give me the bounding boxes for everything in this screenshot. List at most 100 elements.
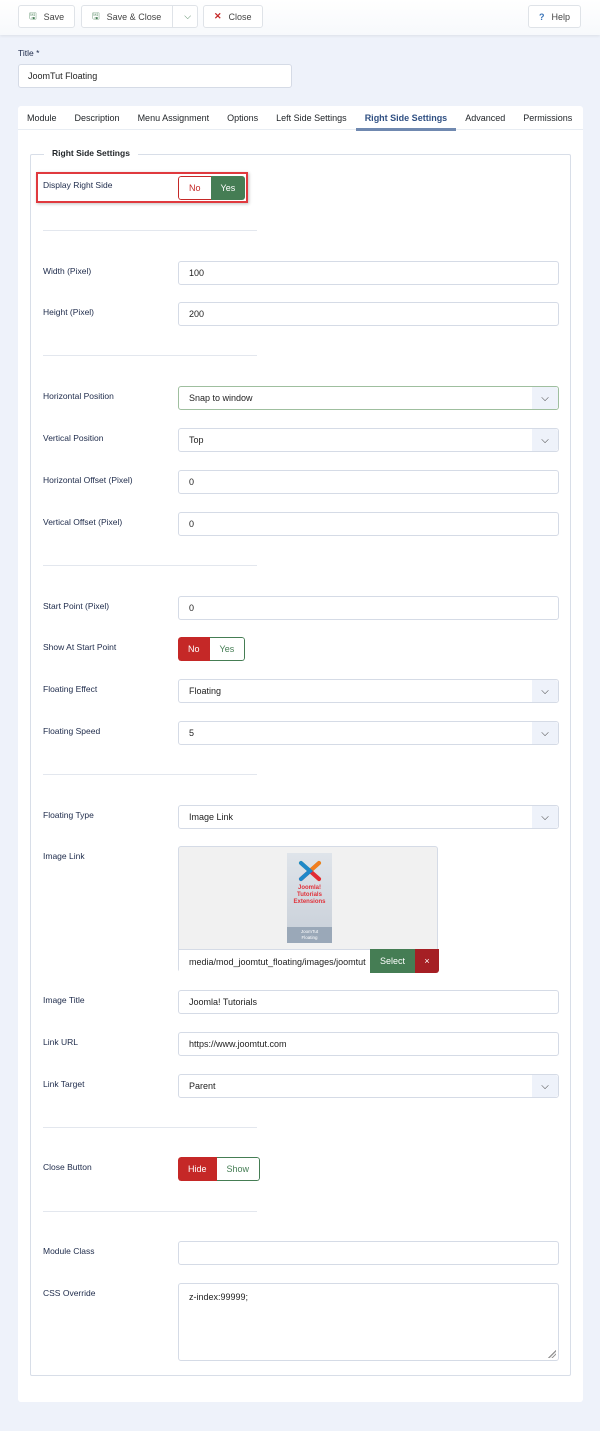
vertical-offset-label: Vertical Offset (Pixel)	[43, 517, 123, 527]
save-icon: 🖫	[92, 10, 100, 21]
floating-type-label: Floating Type	[43, 810, 94, 820]
close-button-show[interactable]: Show	[216, 1157, 261, 1181]
chevron-down-icon[interactable]: ⌵	[184, 11, 191, 22]
link-target-label: Link Target	[43, 1079, 85, 1089]
module-class-label: Module Class	[43, 1246, 95, 1256]
divider	[172, 5, 174, 28]
floating-effect-value: Floating	[189, 686, 222, 696]
width-input[interactable]: 100	[178, 261, 559, 285]
start-point-label: Start Point (Pixel)	[43, 601, 110, 611]
close-icon: ✕	[214, 11, 222, 21]
css-override-label: CSS Override	[43, 1288, 96, 1298]
divider	[43, 565, 257, 566]
help-button[interactable]: ? Help	[528, 5, 582, 28]
horizontal-offset-input[interactable]: 0	[178, 470, 559, 494]
vertical-offset-input[interactable]: 0	[178, 512, 559, 536]
divider	[43, 1127, 257, 1128]
tab-menu-assignment[interactable]: Menu Assignment	[129, 106, 219, 130]
clear-image-button[interactable]: ×	[415, 949, 439, 973]
display-right-side-yes[interactable]: Yes	[210, 176, 246, 200]
floating-speed-select[interactable]: 5 ⌵	[178, 721, 559, 745]
show-at-start-point-yes[interactable]: Yes	[209, 637, 246, 661]
image-path-input[interactable]: media/mod_joomtut_floating/images/joomtu…	[179, 949, 371, 973]
right-side-settings-fieldset	[30, 154, 571, 1376]
floating-effect-select[interactable]: Floating ⌵	[178, 679, 559, 703]
module-class-input[interactable]	[178, 1241, 559, 1265]
joomla-logo-icon	[298, 861, 321, 881]
horizontal-position-value: Snap to window	[189, 393, 253, 403]
image-preview: Joomla! Tutorials Extensions JoomTut Flo…	[287, 853, 332, 943]
tab-options[interactable]: Options	[218, 106, 267, 130]
css-override-value: z-index:99999;	[189, 1292, 249, 1302]
close-button-hide[interactable]: Hide	[178, 1157, 217, 1181]
save-close-button[interactable]: Save & Close	[107, 12, 162, 22]
link-url-input[interactable]: https://www.joomtut.com	[178, 1032, 559, 1056]
height-input[interactable]: 200	[178, 302, 559, 326]
thumb-line-3: Extensions	[293, 899, 326, 905]
link-target-select[interactable]: Parent ⌵	[178, 1074, 559, 1098]
link-url-label: Link URL	[43, 1037, 78, 1047]
help-label: Help	[551, 11, 571, 22]
fieldset-legend: Right Side Settings	[44, 148, 138, 158]
width-label: Width (Pixel)	[43, 266, 92, 276]
image-link-media-field: Joomla! Tutorials Extensions JoomTut Flo…	[178, 846, 439, 973]
tab-module[interactable]: Module	[18, 106, 66, 130]
select-image-button[interactable]: Select	[370, 949, 415, 973]
close-button[interactable]: ✕ Close	[203, 5, 263, 28]
tab-left-side-settings[interactable]: Left Side Settings	[267, 106, 356, 130]
toolbar: 🖫 Save 🖫 Save & Close ⌵ ✕ Close ? Help	[0, 0, 600, 35]
close-button-label: Close Button	[43, 1162, 92, 1172]
horizontal-position-select[interactable]: Snap to window ⌵	[178, 386, 559, 410]
height-label: Height (Pixel)	[43, 307, 95, 317]
floating-effect-label: Floating Effect	[43, 684, 98, 694]
display-right-side-toggle: No Yes	[178, 176, 246, 200]
start-point-input[interactable]: 0	[178, 596, 559, 620]
chevron-down-icon: ⌵	[532, 1075, 558, 1097]
show-at-start-point-no[interactable]: No	[178, 637, 210, 661]
chevron-down-icon: ⌵	[532, 806, 558, 828]
chevron-down-icon: ⌵	[532, 680, 558, 702]
tab-right-side-settings[interactable]: Right Side Settings	[355, 106, 457, 131]
floating-speed-value: 5	[189, 728, 195, 738]
title-input[interactable]: JoomTut Floating	[18, 64, 292, 88]
tab-permissions[interactable]: Permissions	[514, 106, 581, 130]
question-icon: ?	[539, 11, 545, 22]
floating-type-value: Image Link	[189, 812, 234, 822]
divider	[43, 230, 257, 231]
thumb-footer: JoomTut Floating	[287, 927, 332, 943]
divider	[43, 774, 257, 775]
show-at-start-point-label: Show At Start Point	[43, 642, 117, 652]
display-right-side-no[interactable]: No	[178, 176, 211, 200]
show-at-start-point-toggle: No Yes	[178, 637, 246, 661]
chevron-down-icon: ⌵	[532, 387, 558, 409]
tab-bar: Module Description Menu Assignment Optio…	[18, 106, 583, 131]
chevron-down-icon: ⌵	[532, 722, 558, 744]
vertical-position-select[interactable]: Top ⌵	[178, 428, 559, 452]
vertical-position-label: Vertical Position	[43, 433, 104, 443]
thumb-line-2: Tutorials	[297, 892, 322, 898]
divider	[43, 1211, 257, 1212]
image-link-label: Image Link	[43, 851, 85, 861]
resize-handle[interactable]	[548, 1350, 556, 1358]
save-icon: 🖫	[29, 10, 37, 21]
save-button[interactable]: 🖫 Save	[18, 5, 76, 28]
image-title-label: Image Title	[43, 995, 85, 1005]
image-title-input[interactable]: Joomla! Tutorials	[178, 990, 559, 1014]
css-override-textarea[interactable]: z-index:99999;	[178, 1283, 559, 1361]
divider	[43, 355, 257, 356]
close-label: Close	[228, 11, 252, 22]
save-close-button-group: 🖫 Save & Close ⌵	[81, 5, 199, 28]
title-label: Title *	[18, 48, 40, 58]
horizontal-offset-label: Horizontal Offset (Pixel)	[43, 475, 133, 485]
thumb-line-1: Joomla!	[297, 885, 321, 891]
close-button-toggle: Hide Show	[178, 1157, 261, 1181]
display-right-side-label: Display Right Side	[43, 180, 113, 190]
horizontal-position-label: Horizontal Position	[43, 391, 114, 401]
floating-type-select[interactable]: Image Link ⌵	[178, 805, 559, 829]
tab-advanced[interactable]: Advanced	[456, 106, 514, 130]
chevron-down-icon: ⌵	[532, 429, 558, 451]
tab-description[interactable]: Description	[66, 106, 129, 130]
link-target-value: Parent	[189, 1081, 216, 1091]
save-label: Save	[43, 11, 65, 22]
floating-speed-label: Floating Speed	[43, 726, 101, 736]
